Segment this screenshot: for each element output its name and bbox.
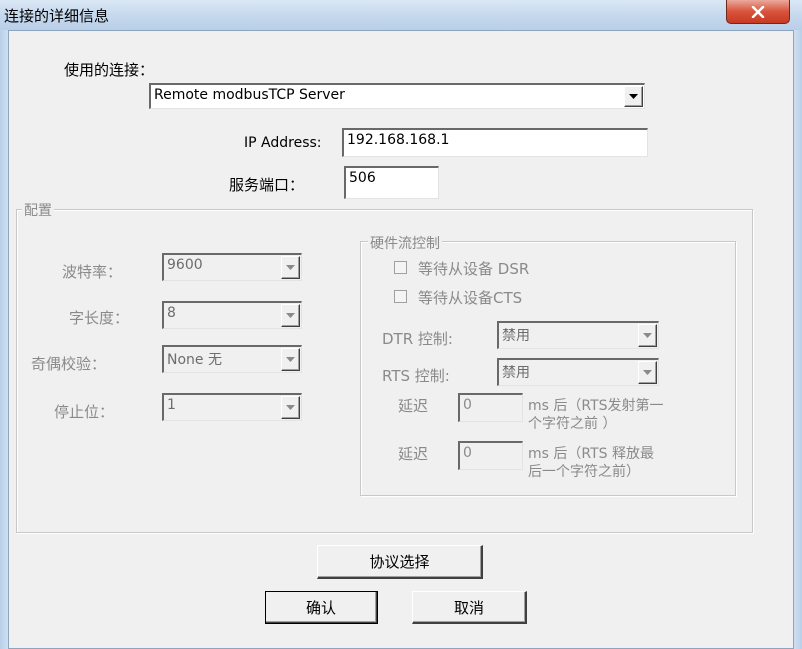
connection-label: 使用的连接： bbox=[64, 61, 155, 79]
cancel-button[interactable]: 取消 bbox=[412, 591, 527, 624]
config-group-title: 配置 bbox=[22, 200, 54, 220]
delay1-label: 延迟 bbox=[398, 397, 429, 415]
parity-dropdown-button[interactable] bbox=[281, 348, 300, 371]
ip-address-label: IP Address: bbox=[244, 135, 322, 151]
word-length-dropdown-button[interactable] bbox=[281, 304, 300, 327]
baud-rate-select[interactable]: 9600 bbox=[162, 253, 302, 281]
title-bar[interactable]: 连接的详细信息 bbox=[0, 0, 802, 30]
parity-value: None 无 bbox=[167, 352, 222, 368]
chevron-down-icon bbox=[643, 370, 652, 375]
service-port-input[interactable]: 506 bbox=[344, 166, 439, 199]
dtr-control-dropdown-button[interactable] bbox=[638, 324, 657, 347]
baud-rate-dropdown-button[interactable] bbox=[281, 256, 300, 279]
wait-dsr-checkbox[interactable] bbox=[394, 261, 407, 274]
rts-control-dropdown-button[interactable] bbox=[638, 361, 657, 384]
stop-bits-dropdown-button[interactable] bbox=[281, 396, 300, 419]
window-frame-right bbox=[794, 30, 802, 649]
wait-cts-label: 等待从设备CTS bbox=[418, 289, 523, 307]
dtr-control-select[interactable]: 禁用 bbox=[497, 321, 659, 349]
dtr-control-label: DTR 控制: bbox=[382, 330, 453, 348]
ip-address-input[interactable]: 192.168.168.1 bbox=[342, 128, 648, 157]
wait-cts-checkbox[interactable] bbox=[394, 290, 407, 303]
close-icon bbox=[751, 5, 765, 18]
stop-bits-label: 停止位： bbox=[54, 403, 115, 421]
protocol-select-button[interactable]: 协议选择 bbox=[317, 545, 483, 579]
word-length-value: 8 bbox=[167, 305, 176, 321]
window-title: 连接的详细信息 bbox=[4, 7, 110, 25]
flow-control-group-title: 硬件流控制 bbox=[368, 233, 442, 253]
baud-rate-label: 波特率： bbox=[62, 263, 123, 281]
delay2-label: 延迟 bbox=[398, 445, 429, 463]
chevron-down-icon bbox=[286, 357, 295, 362]
connection-select-dropdown-button[interactable] bbox=[624, 86, 643, 107]
delay1-note-line1: ms 后（RTS发射第一 bbox=[528, 398, 664, 414]
dialog-window: 连接的详细信息 使用的连接： Remote modbusTCP Server I… bbox=[0, 0, 802, 649]
chevron-down-icon bbox=[286, 313, 295, 318]
baud-rate-value: 9600 bbox=[167, 257, 203, 273]
delay1-note-line2: 个字符之前 ） bbox=[528, 416, 617, 432]
connection-select[interactable]: Remote modbusTCP Server bbox=[149, 83, 645, 109]
dialog-client-area: 使用的连接： Remote modbusTCP Server IP Addres… bbox=[8, 30, 794, 649]
close-button[interactable] bbox=[726, 0, 790, 24]
dtr-control-value: 禁用 bbox=[502, 328, 530, 344]
delay1-input[interactable]: 0 bbox=[458, 393, 523, 422]
connection-select-value: Remote modbusTCP Server bbox=[154, 87, 345, 103]
chevron-down-icon bbox=[286, 265, 295, 270]
parity-label: 奇偶校验： bbox=[31, 355, 107, 373]
rts-control-select[interactable]: 禁用 bbox=[497, 358, 659, 386]
ok-button[interactable]: 确认 bbox=[265, 591, 378, 624]
word-length-label: 字长度： bbox=[69, 309, 130, 327]
rts-control-value: 禁用 bbox=[502, 365, 530, 381]
parity-select[interactable]: None 无 bbox=[162, 345, 302, 373]
stop-bits-select[interactable]: 1 bbox=[162, 393, 302, 421]
service-port-label: 服务端口： bbox=[229, 176, 305, 194]
delay2-note-line1: ms 后（RTS 释放最 bbox=[528, 446, 654, 462]
stop-bits-value: 1 bbox=[167, 397, 176, 413]
chevron-down-icon bbox=[286, 405, 295, 410]
window-frame-left bbox=[0, 30, 8, 649]
rts-control-label: RTS 控制: bbox=[382, 367, 450, 385]
chevron-down-icon bbox=[643, 333, 652, 338]
chevron-down-icon bbox=[629, 94, 638, 99]
wait-dsr-label: 等待从设备 DSR bbox=[418, 260, 530, 278]
word-length-select[interactable]: 8 bbox=[162, 301, 302, 329]
delay2-note-line2: 后一个字符之前） bbox=[528, 464, 640, 480]
delay2-input[interactable]: 0 bbox=[458, 441, 523, 470]
